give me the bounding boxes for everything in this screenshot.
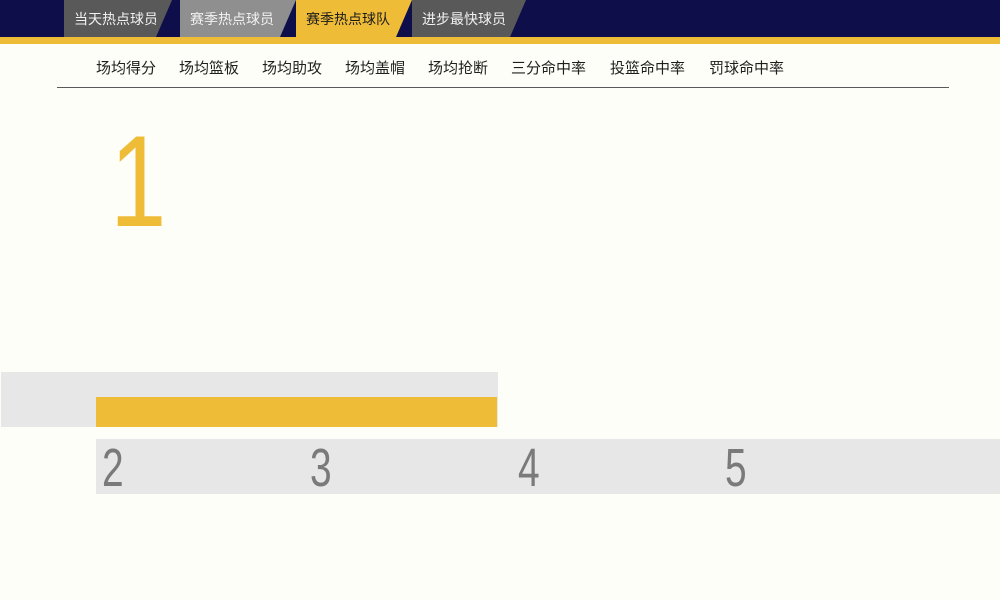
tab-season-hot-teams[interactable]: 赛季热点球队 — [296, 0, 412, 37]
stat-tab-blocks[interactable]: 场均盖帽 — [345, 44, 405, 87]
accent-stripe — [0, 37, 1000, 44]
tab-corner — [510, 0, 526, 37]
tab-label: 当天热点球员 — [74, 12, 158, 28]
tab-corner — [156, 0, 172, 37]
tab-corner — [280, 0, 296, 37]
stat-tab-assists[interactable]: 场均助攻 — [262, 44, 322, 87]
rank-first-number: 1 — [110, 108, 167, 254]
tab-label: 赛季热点球队 — [306, 12, 390, 28]
rank-number-2[interactable]: 2 — [102, 439, 124, 497]
stat-tab-steals[interactable]: 场均抢断 — [428, 44, 488, 87]
tab-corner — [396, 0, 412, 37]
stat-tab-points[interactable]: 场均得分 — [96, 44, 156, 87]
tab-season-hot-players[interactable]: 赛季热点球员 — [180, 0, 296, 37]
rank-first-bar-fill — [96, 397, 497, 427]
tab-label: 进步最快球员 — [422, 12, 506, 28]
tab-today-hot-players[interactable]: 当天热点球员 — [64, 0, 172, 37]
stat-tab-fg-pct[interactable]: 投篮命中率 — [610, 44, 685, 87]
other-ranks-row: 2 3 4 5 — [96, 439, 1000, 497]
stat-tab-three-pt-pct[interactable]: 三分命中率 — [511, 44, 586, 87]
rank-number-4[interactable]: 4 — [518, 439, 540, 497]
stat-category-nav: 场均得分 场均篮板 场均助攻 场均盖帽 场均抢断 三分命中率 投篮命中率 罚球命… — [57, 44, 949, 88]
tab-most-improved-players[interactable]: 进步最快球员 — [412, 0, 526, 37]
top-nav-bar: 当天热点球员 赛季热点球员 赛季热点球队 进步最快球员 — [0, 0, 1000, 37]
rank-number-3[interactable]: 3 — [310, 439, 332, 497]
stat-tab-ft-pct[interactable]: 罚球命中率 — [709, 44, 784, 87]
tab-label: 赛季热点球员 — [190, 12, 274, 28]
rank-number-5[interactable]: 5 — [725, 439, 747, 497]
stat-tab-rebounds[interactable]: 场均篮板 — [179, 44, 239, 87]
